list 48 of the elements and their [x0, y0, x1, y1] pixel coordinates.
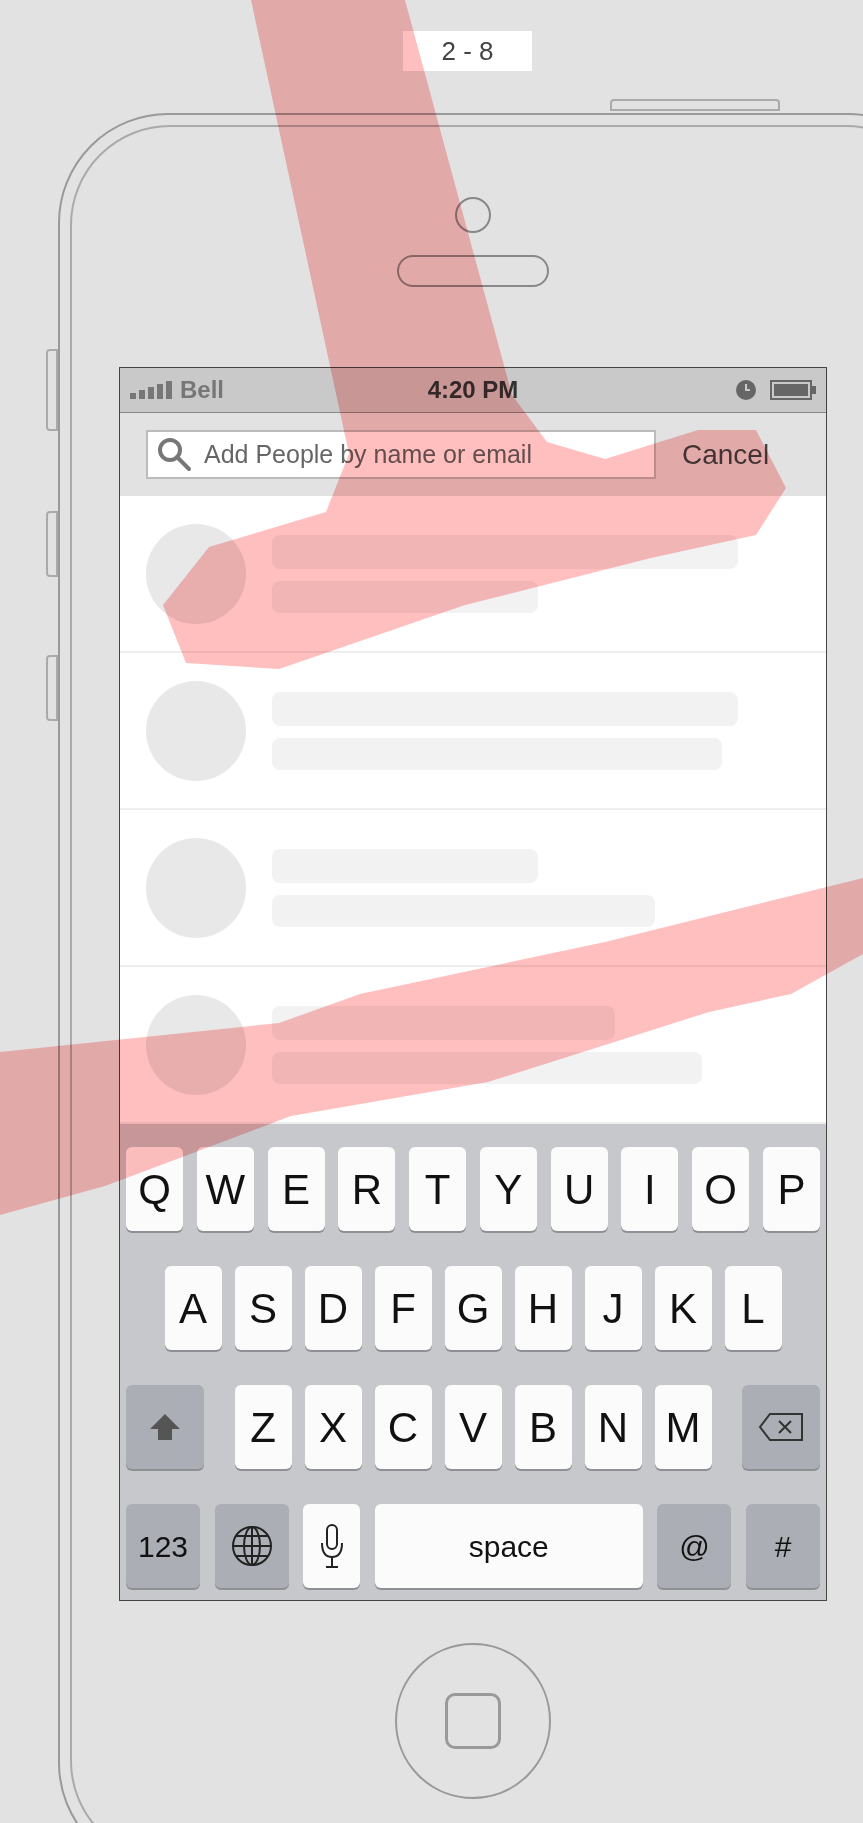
search-field[interactable]: Add People by name or email [146, 430, 656, 479]
microphone-key[interactable] [303, 1504, 361, 1588]
keyboard-key[interactable]: N [584, 1385, 642, 1469]
up-arrow-icon [148, 1412, 182, 1442]
square-icon [445, 1693, 501, 1749]
microphone-icon [319, 1523, 344, 1569]
keyboard-key[interactable]: S [234, 1266, 292, 1350]
keyboard-key[interactable]: V [444, 1385, 502, 1469]
signal-icon [130, 381, 174, 399]
carrier-name: Bell [180, 375, 224, 405]
search-icon [156, 436, 192, 472]
keyboard-key[interactable]: 123 [126, 1504, 200, 1588]
keyboard-key[interactable]: W [196, 1147, 254, 1231]
keyboard-key[interactable]: O [692, 1147, 750, 1231]
keyboard-key[interactable]: Q [126, 1147, 183, 1231]
clock-icon [736, 380, 756, 400]
keyboard-key[interactable]: E [267, 1147, 325, 1231]
keyboard-key[interactable]: T [409, 1147, 467, 1231]
keyboard-key[interactable]: A [164, 1266, 222, 1350]
globe-icon [229, 1524, 274, 1568]
keyboard-key[interactable]: F [374, 1266, 432, 1350]
keyboard-key[interactable]: K [654, 1266, 712, 1350]
keyboard-key[interactable]: P [762, 1147, 820, 1231]
keyboard-key[interactable]: M [654, 1385, 712, 1469]
keyboard-key[interactable]: J [584, 1266, 642, 1350]
keyboard-key[interactable]: @ [657, 1504, 732, 1588]
keyboard-key[interactable]: D [304, 1266, 362, 1350]
keyboard-key[interactable]: Y [479, 1147, 537, 1231]
space-key[interactable]: space [374, 1504, 643, 1588]
keyboard-key[interactable]: X [304, 1385, 362, 1469]
cancel-button[interactable]: Cancel [682, 433, 770, 476]
globe-key[interactable] [214, 1504, 289, 1588]
keyboard-key[interactable]: # [745, 1504, 820, 1588]
frame-label: 2 - 8 [403, 31, 532, 71]
keyboard-key[interactable]: H [514, 1266, 572, 1350]
keyboard-key[interactable]: U [550, 1147, 608, 1231]
shift-key[interactable] [126, 1385, 204, 1469]
status-time: 4:20 PM [427, 375, 519, 405]
delete-key[interactable] [742, 1385, 820, 1469]
battery-icon [770, 380, 816, 400]
keyboard-key[interactable]: C [374, 1385, 432, 1469]
keyboard-key[interactable]: Z [234, 1385, 292, 1469]
keyboard-key[interactable]: R [338, 1147, 396, 1231]
keyboard-key[interactable]: L [724, 1266, 782, 1350]
keyboard-key[interactable]: B [514, 1385, 572, 1469]
backspace-icon [758, 1412, 804, 1442]
keyboard-key[interactable]: G [444, 1266, 502, 1350]
keyboard-key[interactable]: I [621, 1147, 679, 1231]
